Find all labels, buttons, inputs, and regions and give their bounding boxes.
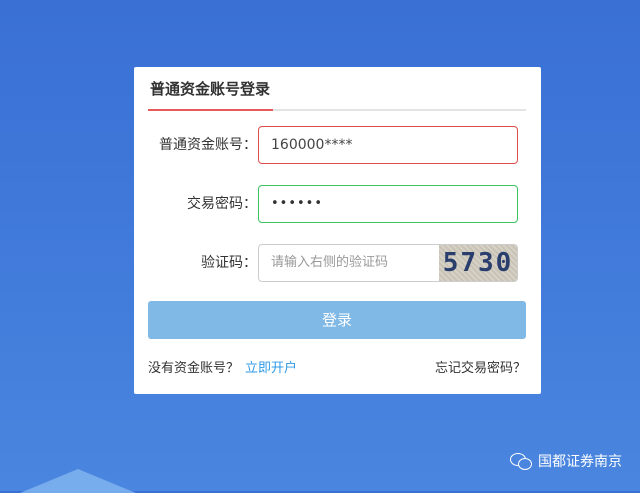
captcha-input[interactable]: 请输入右侧的验证码: [258, 244, 440, 282]
open-account-prompt: 没有资金账号？ 立即开户: [148, 357, 297, 376]
captcha-row: 验证码： 请输入右侧的验证码 5730: [134, 244, 541, 282]
account-input[interactable]: 160000****: [258, 126, 518, 164]
tab-normal-account-login[interactable]: 普通资金账号登录: [148, 78, 273, 111]
watermark-text: 国都证券南京: [538, 454, 622, 470]
login-button[interactable]: 登录: [148, 301, 526, 339]
background-decoration: [20, 469, 136, 493]
password-input[interactable]: ••••••: [258, 185, 518, 223]
watermark: 国都证券南京: [510, 451, 622, 471]
wechat-icon: [510, 452, 532, 470]
password-row: 交易密码： ••••••: [134, 185, 541, 223]
open-account-link[interactable]: 立即开户: [245, 361, 297, 376]
no-account-text: 没有资金账号？: [148, 361, 240, 376]
account-label: 普通资金账号：: [159, 137, 257, 153]
captcha-label: 验证码：: [201, 255, 257, 271]
captcha-image[interactable]: 5730: [439, 244, 518, 282]
account-row: 普通资金账号： 160000****: [134, 126, 541, 164]
login-tabbar: 普通资金账号登录: [148, 67, 526, 111]
forgot-password-link[interactable]: 忘记交易密码？: [435, 357, 526, 376]
login-card: 普通资金账号登录 普通资金账号： 160000**** 交易密码： ••••••…: [134, 67, 541, 394]
password-label: 交易密码：: [187, 196, 257, 212]
